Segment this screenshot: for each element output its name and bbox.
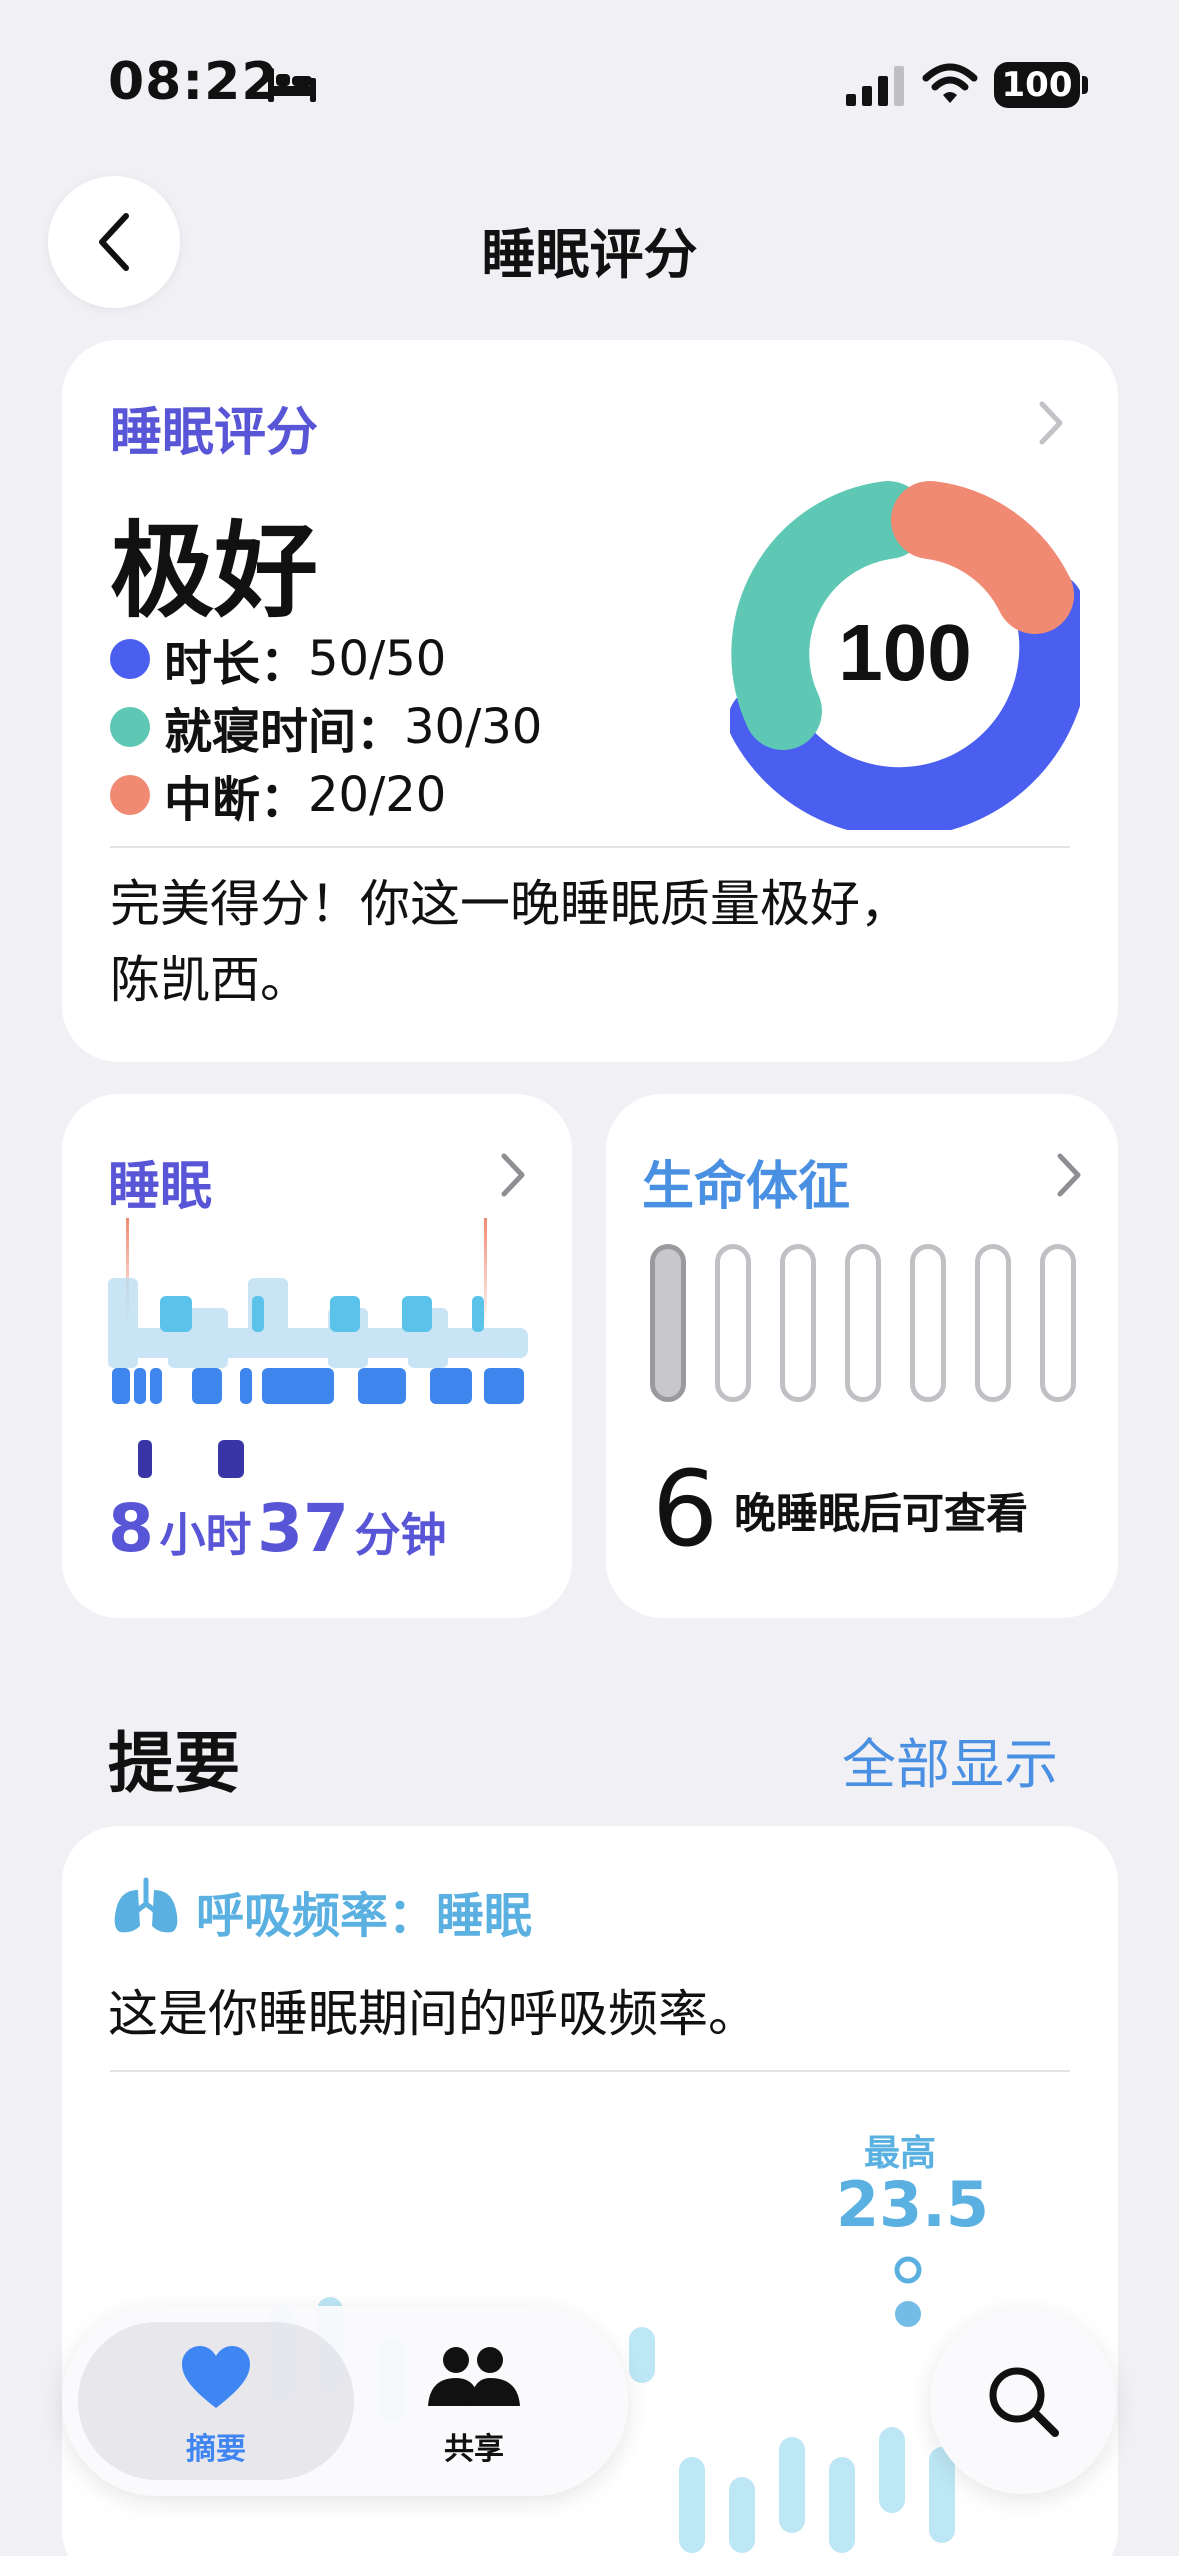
nights-remaining: 6 — [652, 1448, 719, 1570]
page-title: 睡眠评分 — [481, 223, 698, 286]
duration-dot — [110, 639, 150, 679]
nights-remaining-text: 晚睡眠后可查看 — [734, 1489, 1029, 1538]
battery-tip — [1082, 76, 1088, 94]
wifi-icon — [922, 63, 978, 103]
chevron-right-icon — [1039, 401, 1063, 445]
score-divider — [110, 846, 1070, 848]
bed-icon — [268, 68, 316, 102]
highlight-divider — [110, 2070, 1070, 2072]
night-indicator — [1040, 1244, 1076, 1402]
awake-marker — [484, 1218, 487, 1328]
status-time: 08:22 — [108, 52, 279, 112]
legend-duration-label: 时长： — [164, 636, 309, 692]
lungs-icon — [114, 1877, 178, 1933]
search-icon — [989, 2367, 1059, 2437]
max-point-marker — [894, 2256, 922, 2284]
sleep-card-label: 睡眠 — [108, 1157, 213, 1217]
legend-duration-value: 50/50 — [308, 631, 447, 687]
tab-summary-label: 摘要 — [186, 2432, 246, 2467]
night-indicator — [910, 1244, 946, 1402]
bedtime-dot — [110, 707, 150, 747]
duration-hours-unit: 小时 — [159, 1508, 252, 1562]
score-rating: 极好 — [110, 510, 319, 632]
cellular-signal-icon — [846, 66, 904, 106]
vitals-card-label: 生命体征 — [642, 1157, 851, 1217]
duration-hours: 8 — [108, 1490, 154, 1567]
chevron-right-icon — [1057, 1153, 1081, 1197]
night-indicator — [845, 1244, 881, 1402]
search-button[interactable] — [930, 2308, 1116, 2494]
legend-interruptions-label: 中断： — [164, 772, 309, 828]
legend-duration: 时长： 50/50 — [110, 624, 446, 694]
legend-interruptions-value: 20/20 — [308, 767, 447, 823]
chart-point — [895, 2301, 921, 2327]
night-indicator — [650, 1244, 686, 1402]
battery-indicator: 100 — [994, 62, 1080, 108]
donut-interruptions-segment — [891, 481, 1074, 634]
legend-interruptions: 中断： 20/20 — [110, 760, 446, 830]
night-indicator — [975, 1244, 1011, 1402]
score-message-line2: 陈凯西。 — [110, 951, 310, 1009]
respiratory-rate-description: 这是你睡眠期间的呼吸频率。 — [108, 1985, 758, 2043]
score-card-label: 睡眠评分 — [110, 403, 319, 463]
night-indicator — [715, 1244, 751, 1402]
chevron-right-icon — [501, 1153, 525, 1197]
max-value: 23.5 — [836, 2168, 989, 2241]
highlights-title: 提要 — [108, 1725, 240, 1802]
night-indicator — [780, 1244, 816, 1402]
score-value: 100 — [838, 608, 971, 697]
sleep-duration: 8 小时 37 分钟 — [108, 1490, 447, 1567]
legend-bedtime-value: 30/30 — [404, 699, 543, 755]
legend-bedtime-label: 就寝时间： — [164, 704, 405, 760]
respiratory-rate-label: 呼吸频率：睡眠 — [196, 1888, 533, 1944]
tab-sharing-label[interactable]: 共享 — [394, 2424, 554, 2468]
interruptions-dot — [110, 775, 150, 815]
score-message-line1: 完美得分！你这一晚睡眠质量极好， — [110, 875, 910, 933]
score-message: 完美得分！你这一晚睡眠质量极好， 陈凯西。 — [110, 866, 1070, 1018]
sleep-stages-chart — [108, 1218, 528, 1478]
people-icon — [428, 2347, 520, 2406]
duration-minutes-unit: 分钟 — [354, 1508, 447, 1562]
score-donut: 100 — [730, 481, 1080, 830]
show-all-link[interactable]: 全部显示 — [842, 1720, 1058, 1799]
legend-bedtime: 就寝时间： 30/30 — [110, 692, 542, 762]
duration-minutes: 37 — [257, 1490, 349, 1567]
heart-icon — [182, 2346, 250, 2408]
